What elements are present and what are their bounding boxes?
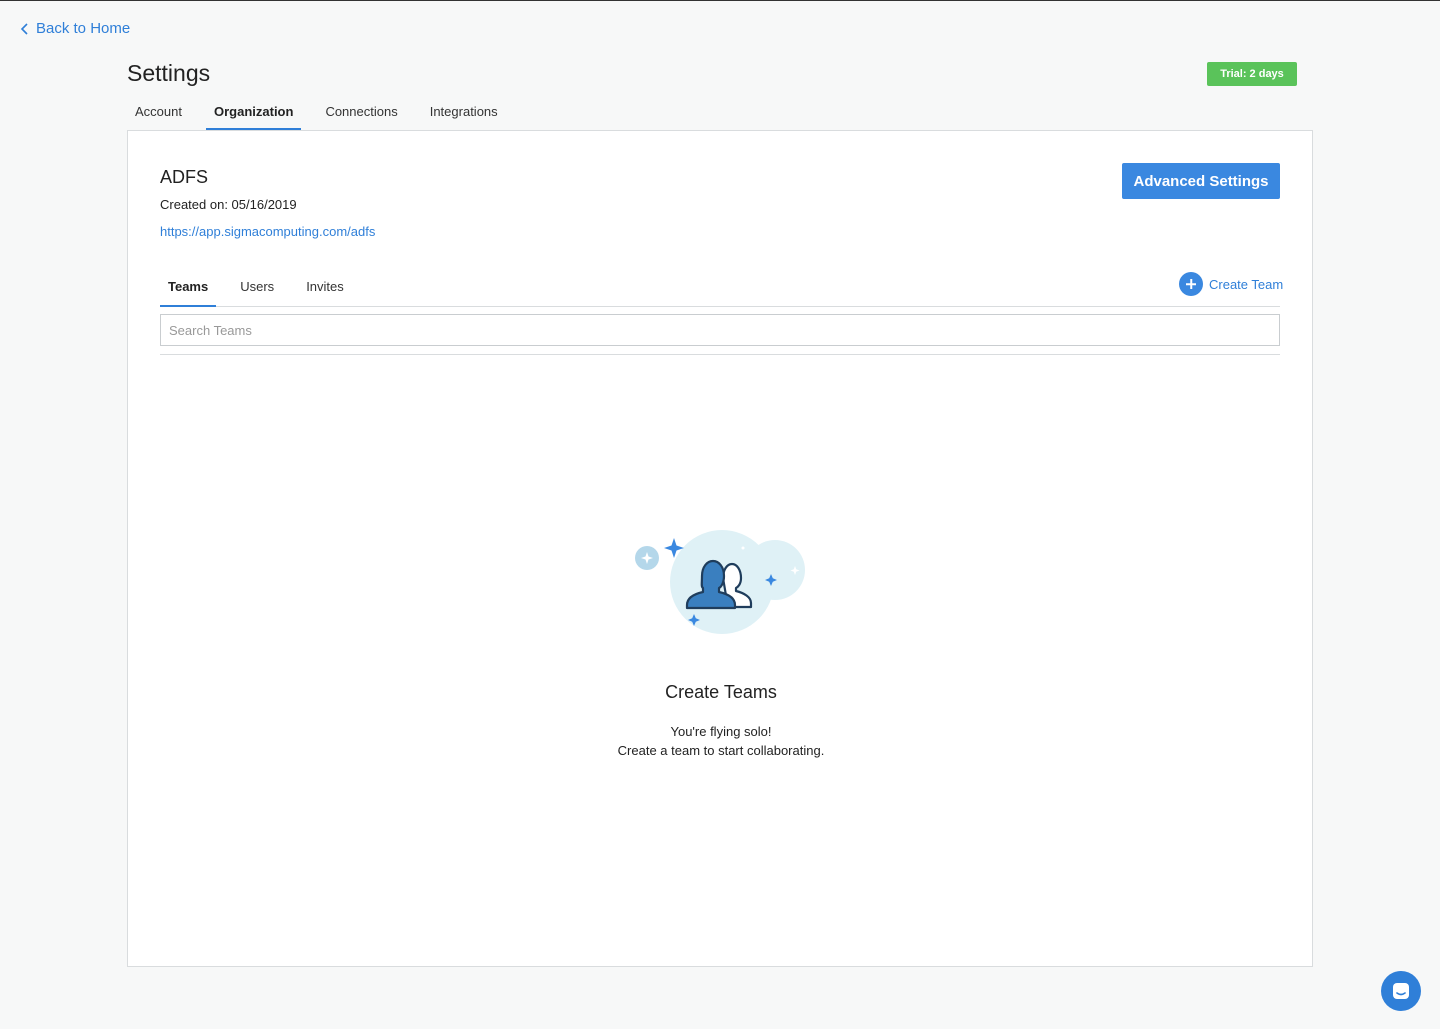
chat-button[interactable] [1381,971,1421,1011]
empty-state-message: You're flying solo! [670,724,772,739]
tab-organization[interactable]: Organization [205,94,302,130]
page-title: Settings [127,60,211,86]
divider [160,354,1280,355]
team-people-icon [635,530,805,634]
create-team-label: Create Team [1209,276,1284,292]
settings-tabs: Account Organization Connections Integra… [127,94,522,130]
tab-users[interactable]: Users [232,269,282,306]
back-to-home-link[interactable]: Back to Home [20,20,130,37]
top-border [0,0,1440,1]
tab-integrations[interactable]: Integrations [422,94,506,130]
search-teams-input[interactable] [160,314,1280,346]
back-to-home-label: Back to Home [36,20,131,37]
tab-account[interactable]: Account [127,94,190,130]
trial-badge[interactable]: Trial: 2 days [1207,62,1297,86]
tab-connections[interactable]: Connections [317,94,405,130]
create-team-button[interactable]: Create Team [1179,272,1283,296]
empty-state-hint: Create a team to start collaborating. [617,743,825,758]
advanced-settings-button[interactable]: Advanced Settings [1122,163,1280,199]
chat-icon [1393,983,1409,999]
org-url-link[interactable]: https://app.sigmacomputing.com/adfs [160,224,375,239]
organization-panel: ADFS Created on: 05/16/2019 https://app.… [127,130,1313,967]
org-name: ADFS [160,167,209,187]
org-created-date: Created on: 05/16/2019 [160,197,297,212]
chevron-left-icon [20,22,28,35]
tab-invites[interactable]: Invites [298,269,352,306]
plus-circle-icon [1179,272,1203,296]
empty-state-title: Create Teams [665,682,777,702]
org-sub-tabs: Teams Users Invites [160,269,1280,307]
tab-teams[interactable]: Teams [160,269,217,307]
